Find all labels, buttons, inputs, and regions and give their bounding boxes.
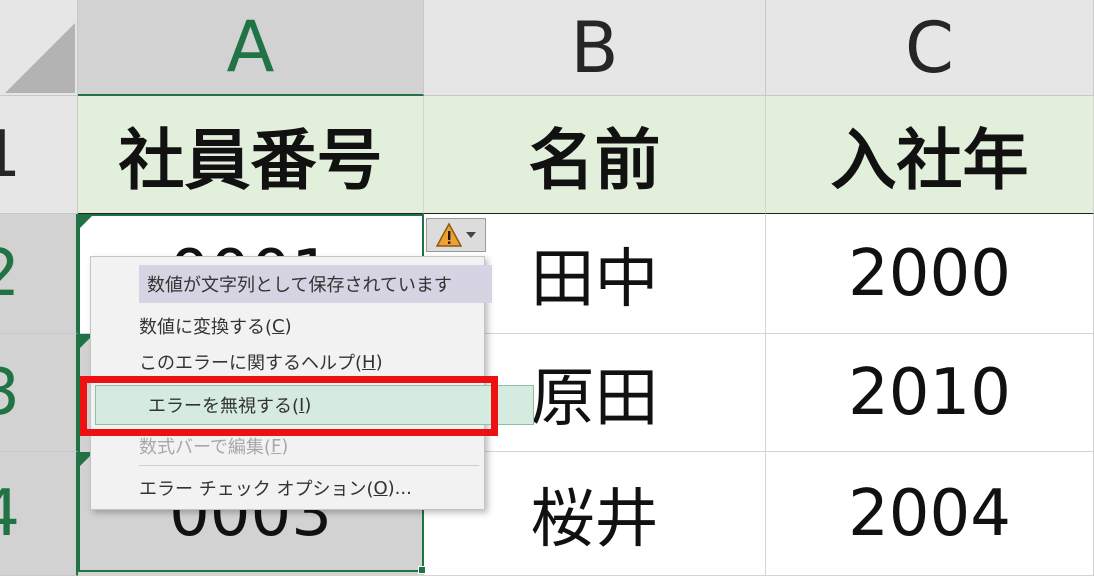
- select-all-triangle-icon: [5, 23, 75, 93]
- menu-item-error-check-options[interactable]: エラー チェック オプション(O)...: [139, 469, 412, 507]
- menu-item-shortcut: C: [272, 315, 285, 337]
- menu-item-shortcut: O: [373, 477, 388, 499]
- cell-c1[interactable]: 入社年: [766, 96, 1094, 214]
- row-number: 4: [0, 477, 20, 551]
- select-all-corner[interactable]: [0, 0, 78, 96]
- menu-item-suffix: )...: [387, 477, 412, 499]
- row-number: 1: [0, 118, 21, 192]
- menu-item-suffix: ): [281, 435, 289, 457]
- fill-handle[interactable]: [418, 566, 426, 574]
- cell-a1[interactable]: 社員番号: [78, 96, 424, 214]
- row-header-1[interactable]: 1: [0, 96, 78, 214]
- row-number: 2: [0, 237, 20, 311]
- chevron-down-icon: [466, 232, 476, 238]
- column-header-a[interactable]: A: [78, 0, 424, 96]
- menu-item-label: このエラーに関するヘルプ(: [139, 353, 363, 374]
- highlight-annotation-box: [80, 376, 498, 436]
- row-header-4[interactable]: 4: [0, 452, 78, 576]
- row-number: 3: [0, 356, 20, 430]
- warning-icon: [436, 222, 462, 247]
- menu-item-shortcut: H: [362, 351, 376, 373]
- error-options-button[interactable]: [426, 218, 486, 252]
- menu-title: 数値が文字列として保存されています: [139, 265, 492, 303]
- row-header-2[interactable]: 2: [0, 214, 78, 334]
- menu-item-label: 数式バーで編集(: [139, 437, 271, 458]
- cell-c4[interactable]: 2004: [766, 452, 1094, 576]
- cell-b1[interactable]: 名前: [424, 96, 766, 214]
- menu-item-suffix: ): [284, 315, 292, 337]
- menu-item-shortcut: F: [270, 435, 282, 457]
- menu-item-convert-to-number[interactable]: 数値に変換する(C): [139, 307, 292, 345]
- cell-c3[interactable]: 2010: [766, 334, 1094, 452]
- menu-item-suffix: ): [375, 351, 383, 373]
- row-header-3[interactable]: 3: [0, 334, 78, 452]
- menu-item-label: エラー チェック オプション(: [139, 479, 374, 500]
- cell-c2[interactable]: 2000: [766, 214, 1094, 334]
- menu-item-label: 数値に変換する(: [139, 317, 273, 338]
- column-header-c[interactable]: C: [766, 0, 1094, 96]
- column-header-b[interactable]: B: [424, 0, 766, 96]
- menu-separator: [139, 465, 479, 466]
